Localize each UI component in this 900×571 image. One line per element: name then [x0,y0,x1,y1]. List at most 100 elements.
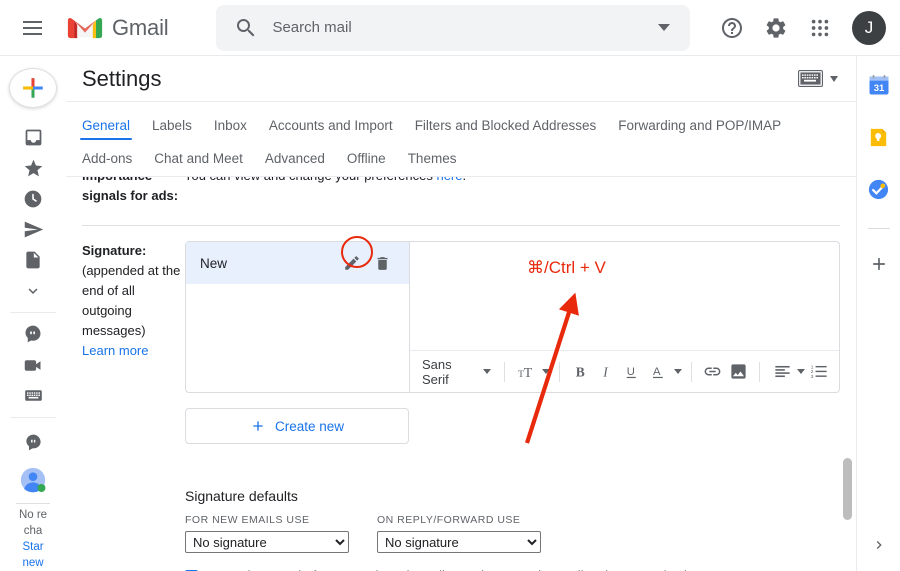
svg-text:T: T [524,365,533,380]
topbar-action-icons: J [712,8,900,48]
search-bar[interactable] [216,5,690,51]
bold-button[interactable]: B [569,358,593,386]
reply-forward-column: ON REPLY/FORWARD USE No signature [377,514,541,553]
avatar[interactable]: J [852,11,886,45]
align-left-icon [769,358,795,386]
chevron-right-icon [871,537,887,553]
signature-defaults-section: Signature defaults FOR NEW EMAILS USE No… [185,488,840,571]
numbered-list-button[interactable]: 1 2 3 [807,358,831,386]
signature-list-item[interactable]: New [186,242,409,284]
google-calendar-icon[interactable]: 31 [864,70,894,100]
ads-row-period: . [463,177,467,183]
gear-icon[interactable] [756,8,796,48]
left-navigation-rail: No re cha Star new [0,56,66,571]
tab-add-ons[interactable]: Add-ons [82,151,132,166]
chat-panel: No re cha Star new [3,424,63,571]
create-new-label: Create new [275,419,344,434]
tab-filters-and-blocked-addresses[interactable]: Filters and Blocked Addresses [415,118,597,140]
tab-offline[interactable]: Offline [347,151,386,166]
tab-chat-and-meet[interactable]: Chat and Meet [154,151,243,166]
ads-row-label-line2: signals for ads: [82,186,182,206]
hangouts-icon-wrap[interactable] [10,424,56,461]
insert-image-button[interactable] [727,358,751,386]
create-new-signature-button[interactable]: Create new [185,408,409,444]
signature-content-pane[interactable]: Sans Serif T T [410,242,839,392]
show-side-panel-button[interactable] [857,537,900,553]
toolbar-divider-3 [691,362,692,382]
new-emails-select[interactable]: No signature [185,531,349,553]
delete-trash-icon[interactable] [367,248,397,278]
settings-tabs-row-2: Add-ons Chat and Meet Advanced Offline T… [82,140,840,176]
ads-preferences-link[interactable]: here [436,177,462,183]
apps-grid-icon[interactable] [800,8,840,48]
gmail-logo[interactable]: Gmail [66,14,168,42]
sidebar-item-inbox[interactable] [10,122,56,153]
chat-start-link-line2[interactable]: new [3,555,63,571]
font-family-value: Sans Serif [422,357,475,387]
main-menu-icon[interactable] [12,8,52,48]
help-icon[interactable] [712,8,752,48]
text-color-selector[interactable]: A [646,358,682,386]
svg-text:B: B [576,364,585,379]
input-tools-button[interactable] [798,70,838,87]
chat-start-link-line1[interactable]: Star [3,539,63,555]
toolbar-divider-4 [759,362,760,382]
video-camera-icon [23,355,44,376]
sidebar-item-meet[interactable] [10,350,56,381]
plus-icon [869,254,889,274]
sidebar-item-chat[interactable] [10,319,56,350]
settings-panel: Settings [66,56,856,571]
tab-themes[interactable]: Themes [408,151,457,166]
tab-advanced[interactable]: Advanced [265,151,325,166]
calendar-date-badge: 31 [873,83,884,94]
keyboard-icon [23,385,44,406]
sidebar-item-drafts[interactable] [10,245,56,276]
svg-text:I: I [602,364,609,379]
chevron-down-icon [797,369,805,374]
font-size-selector[interactable]: T T [514,358,550,386]
right-side-panel: 31 [856,56,900,571]
search-input[interactable] [272,19,658,36]
gmail-settings-page: Gmail [0,0,900,571]
chat-avatar[interactable] [10,461,56,498]
search-options-chevron-down-icon[interactable] [658,24,670,31]
align-selector[interactable] [769,358,805,386]
toolbar-divider-1 [504,362,505,382]
ads-row-label-line1: importance [82,177,182,186]
compose-button[interactable] [9,68,57,108]
rail-divider-2 [10,417,56,418]
chevron-down-icon [24,282,42,300]
google-keep-icon[interactable] [864,122,894,152]
reply-forward-label: ON REPLY/FORWARD USE [377,514,541,526]
sidebar-item-more[interactable] [10,276,56,307]
font-family-selector[interactable]: Sans Serif [418,357,495,387]
sidebar-item-sent[interactable] [10,214,56,245]
insert-link-button[interactable] [701,358,725,386]
google-tasks-icon[interactable] [864,174,894,204]
edit-pencil-icon[interactable] [337,248,367,278]
signature-label-title: Signature: [82,241,185,261]
document-icon [23,250,43,270]
top-bar: Gmail [0,0,900,56]
brand-text: Gmail [112,15,168,41]
underline-button[interactable]: U [620,358,644,386]
signature-learn-more-link[interactable]: Learn more [82,341,185,361]
reply-forward-select[interactable]: No signature [377,531,541,553]
get-add-ons-button[interactable] [864,249,894,279]
sidebar-item-snoozed[interactable] [10,184,56,215]
tab-general[interactable]: General [82,118,130,140]
signature-editor: New [185,241,840,393]
sidebar-item-starred[interactable] [10,153,56,184]
tab-labels[interactable]: Labels [152,118,192,140]
chat-status-line2: cha [3,523,63,539]
keyboard-icon [798,70,823,87]
tab-inbox[interactable]: Inbox [214,118,247,140]
sidebar-item-keyboard[interactable] [10,380,56,411]
tab-forwarding-and-pop-imap[interactable]: Forwarding and POP/IMAP [618,118,781,140]
inbox-icon [23,127,44,148]
italic-button[interactable]: I [595,358,619,386]
settings-scrollbar-thumb[interactable] [843,458,852,520]
font-size-icon: T T [514,358,540,386]
tab-accounts-and-import[interactable]: Accounts and Import [269,118,393,140]
settings-scroll-area[interactable]: importance signals for ads: You can view… [66,177,856,571]
